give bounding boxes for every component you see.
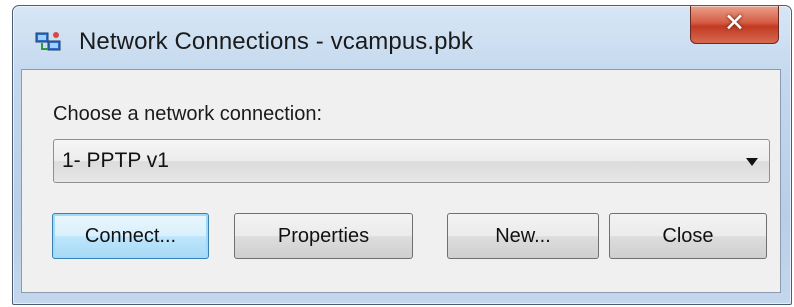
choose-connection-label: Choose a network connection:	[53, 103, 323, 125]
new-button[interactable]: New...	[447, 213, 599, 259]
network-connections-icon	[35, 32, 61, 51]
window-close-button[interactable]: ✕	[690, 6, 779, 44]
connection-dropdown-value: 1- PPTP v1	[62, 149, 169, 172]
properties-button[interactable]: Properties	[234, 213, 413, 259]
close-button[interactable]: Close	[609, 213, 767, 259]
connect-button[interactable]: Connect...	[52, 213, 209, 259]
window-title: Network Connections - vcampus.pbk	[79, 28, 474, 55]
dialog-body: Choose a network connection: 1- PPTP v1 …	[21, 69, 781, 293]
close-icon: ✕	[724, 8, 745, 37]
dialog-window: Network Connections - vcampus.pbk ✕ Choo…	[12, 5, 792, 305]
chevron-down-icon	[746, 158, 758, 166]
connection-dropdown[interactable]: 1- PPTP v1	[53, 139, 770, 183]
